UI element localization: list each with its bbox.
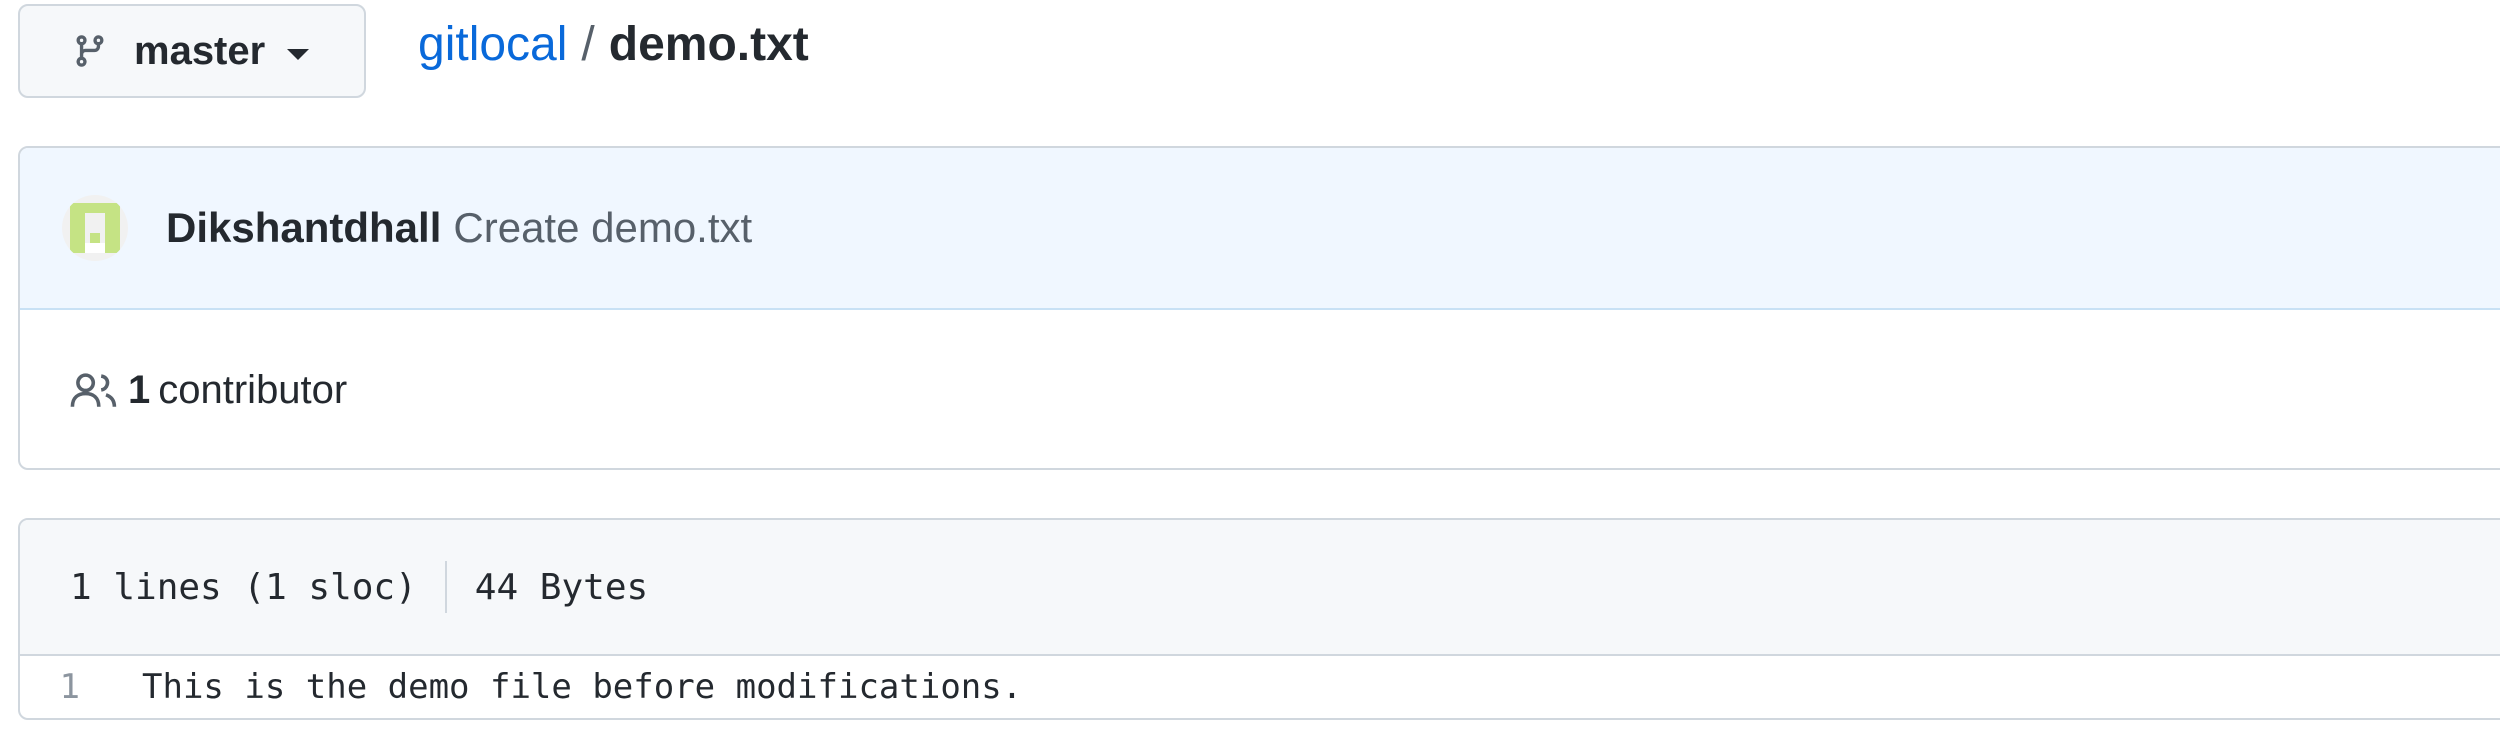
contributor-label: contributor [158, 367, 348, 412]
breadcrumb-separator: / [581, 17, 595, 71]
code-line-text: This is the demo file before modificatio… [142, 667, 1023, 707]
caret-down-icon [287, 48, 310, 60]
code-line: 1 This is the demo file before modificat… [20, 656, 2500, 718]
people-icon [70, 370, 118, 410]
git-branch-icon [72, 31, 108, 71]
contributor-count: 1 [128, 367, 151, 412]
breadcrumb: gitlocal / demo.txt [418, 17, 809, 72]
branch-name: master [134, 28, 266, 73]
contributors-row[interactable]: 1 contributor [20, 310, 2500, 468]
file-line-count: 1 lines (1 sloc) [70, 566, 417, 608]
file-info-divider [444, 561, 447, 613]
file-content-box: 1 lines (1 sloc) 44 Bytes 1 This is the … [18, 518, 2500, 720]
branch-selector-button[interactable]: master [18, 4, 366, 98]
avatar[interactable] [62, 195, 128, 261]
breadcrumb-file-name: demo.txt [608, 17, 809, 71]
file-info-header: 1 lines (1 sloc) 44 Bytes [20, 520, 2500, 656]
commit-header: Dikshantdhall Create demo.txt [20, 148, 2500, 310]
breadcrumb-repo-link[interactable]: gitlocal [418, 17, 567, 72]
line-number[interactable]: 1 [20, 667, 142, 707]
latest-commit-box: Dikshantdhall Create demo.txt 1 contribu… [18, 146, 2500, 470]
commit-message-link[interactable]: Create demo.txt [453, 204, 752, 252]
file-size: 44 Bytes [474, 566, 649, 608]
identicon-avatar-icon [70, 203, 120, 253]
commit-author-link[interactable]: Dikshantdhall [166, 204, 441, 252]
file-navigation: master gitlocal / demo.txt [18, 3, 2500, 99]
